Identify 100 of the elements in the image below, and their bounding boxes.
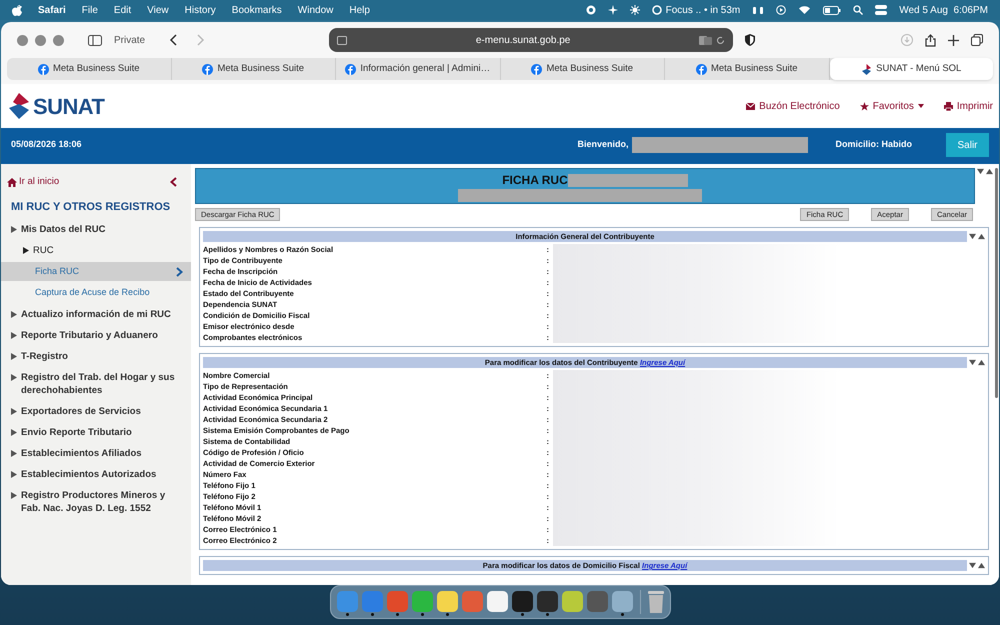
collapse-icon[interactable] — [978, 233, 985, 240]
page-title: FICHA RUC — [502, 172, 568, 189]
app-icon[interactable] — [436, 590, 458, 612]
sidebar-item[interactable]: Exportadores de Servicios — [7, 404, 141, 418]
sunat-favicon-icon — [861, 64, 872, 74]
expand-icon[interactable] — [969, 233, 976, 240]
header-link[interactable]: Buzón Electrónico — [746, 98, 840, 114]
expand-icon[interactable] — [969, 562, 976, 569]
menu-item[interactable]: History — [184, 2, 216, 18]
home-link[interactable]: Ir al inicio — [7, 175, 60, 190]
address-bar[interactable]: e-menu.sunat.gob.pe — [329, 28, 734, 52]
app-icon[interactable] — [486, 590, 508, 612]
trash-icon[interactable] — [648, 591, 664, 613]
expand-icon[interactable] — [969, 359, 976, 366]
sidebar-item[interactable]: Ficha RUC — [1, 262, 191, 282]
bullet-icon — [11, 450, 17, 457]
bullet-icon — [11, 470, 17, 478]
search-icon[interactable] — [853, 5, 864, 15]
apple-icon[interactable] — [12, 4, 22, 16]
browser-tab[interactable]: SUNAT - Menú SOL — [830, 58, 993, 80]
tabs-overview-icon[interactable] — [971, 34, 983, 46]
sidebar-item[interactable]: Registro Productores Mineros y Fab. Nac. Joyas D. Leg. 1552 — [7, 488, 183, 515]
printer-icon — [944, 102, 953, 110]
focus-status[interactable]: Focus .. • in 53m — [652, 2, 740, 18]
record-icon[interactable] — [586, 5, 596, 15]
sidebar-item[interactable]: Establecimientos Autorizados — [7, 468, 156, 481]
window-control[interactable] — [17, 34, 28, 46]
shield-icon[interactable] — [745, 34, 756, 46]
bullet-icon — [11, 226, 17, 233]
sidebar-item[interactable]: Captura de Acuse de Recibo — [1, 283, 191, 303]
envelope-icon — [746, 102, 756, 110]
menu-item[interactable]: Window — [298, 2, 334, 18]
menu-item[interactable]: Safari — [38, 2, 66, 18]
header-link[interactable]: Imprimir — [944, 98, 993, 114]
facebook-icon — [345, 64, 356, 74]
browser-tab[interactable]: Meta Business Suite — [7, 58, 172, 80]
browser-tab[interactable]: Meta Business Suite — [500, 58, 665, 80]
domicilio-status: Domicilio: Habido — [836, 138, 912, 152]
collapse-sidebar-icon[interactable] — [170, 177, 177, 188]
bullet-icon — [11, 428, 17, 436]
browser-tab[interactable]: Meta Business Suite — [172, 58, 336, 80]
window-control[interactable] — [53, 34, 64, 46]
plus-icon[interactable] — [948, 34, 959, 46]
star-icon — [860, 102, 869, 110]
collapse-icon[interactable] — [978, 359, 985, 366]
sidebar-item[interactable]: RUC — [19, 244, 54, 257]
bullet-icon — [11, 352, 17, 360]
home-icon — [7, 178, 17, 187]
wifi-icon[interactable] — [798, 5, 812, 15]
sidebar-item[interactable]: Envio Reporte Tributario — [7, 426, 132, 439]
app-icon[interactable] — [512, 590, 532, 612]
app-icon[interactable] — [536, 590, 558, 612]
browser-tab[interactable]: Información general | Admini… — [336, 58, 500, 80]
header-link[interactable]: Favoritos — [860, 98, 924, 114]
menu-item[interactable]: File — [82, 2, 98, 18]
sidebar-heading: MI RUC Y OTROS REGISTROS — [10, 200, 172, 216]
sun-icon[interactable] — [630, 5, 640, 15]
menu-item[interactable]: Edit — [114, 2, 132, 18]
bullet-icon — [11, 492, 17, 499]
control-center-icon[interactable] — [875, 5, 888, 15]
page-icon — [337, 36, 348, 44]
sidebar-item[interactable]: Establecimientos Afiliados — [7, 446, 142, 460]
chevron-right-icon — [176, 266, 183, 276]
sidebar-item[interactable]: Actualizo información de mi RUC — [7, 308, 171, 321]
collapse-icon[interactable] — [986, 168, 993, 175]
expand-icon[interactable] — [977, 168, 984, 175]
sparkle-icon[interactable] — [608, 5, 618, 15]
sunat-logo[interactable]: SUNAT — [33, 90, 104, 122]
reload-icon[interactable] — [716, 36, 726, 44]
share-icon[interactable] — [925, 34, 936, 46]
facebook-icon — [38, 64, 49, 74]
menu-item[interactable]: Bookmarks — [232, 2, 282, 18]
sidebar-item[interactable]: Registro del Trab. del Hogar y sus derechohabientes — [7, 370, 183, 397]
bullet-icon — [11, 332, 17, 339]
private-label: Private — [114, 34, 146, 48]
collapse-icon[interactable] — [978, 562, 985, 569]
scroll-thumb[interactable] — [994, 168, 998, 398]
back-icon[interactable] — [169, 34, 178, 46]
browser-tab[interactable]: Meta Business Suite — [665, 58, 830, 80]
sunat-logo-icon — [7, 93, 31, 119]
battery-icon[interactable] — [823, 6, 842, 14]
sidebar-item[interactable]: T-Registro — [7, 350, 68, 363]
sidebar-item[interactable]: Reporte Tributario y Aduanero — [7, 328, 158, 342]
date-time: 05/08/2026 18:06 — [11, 138, 82, 152]
caret-icon — [918, 104, 924, 108]
bullet-icon — [11, 374, 17, 381]
play-icon[interactable] — [776, 5, 786, 15]
translate-icon[interactable] — [699, 36, 712, 44]
window-control[interactable] — [35, 34, 46, 46]
facebook-icon — [696, 64, 707, 74]
welcome-label: Bienvenido, — [577, 138, 628, 152]
bullet-icon — [23, 246, 29, 254]
menu-item[interactable]: View — [147, 2, 169, 18]
sidebar-item[interactable]: Mis Datos del RUC — [7, 222, 106, 236]
bullet-icon — [11, 408, 17, 415]
facebook-icon — [202, 64, 214, 74]
menu-item[interactable]: Help — [349, 2, 370, 18]
bullet-icon — [11, 310, 17, 318]
sidebar-icon[interactable] — [88, 34, 102, 46]
menu-bar-clock[interactable]: Wed 5 Aug 6:06PM — [899, 2, 988, 18]
